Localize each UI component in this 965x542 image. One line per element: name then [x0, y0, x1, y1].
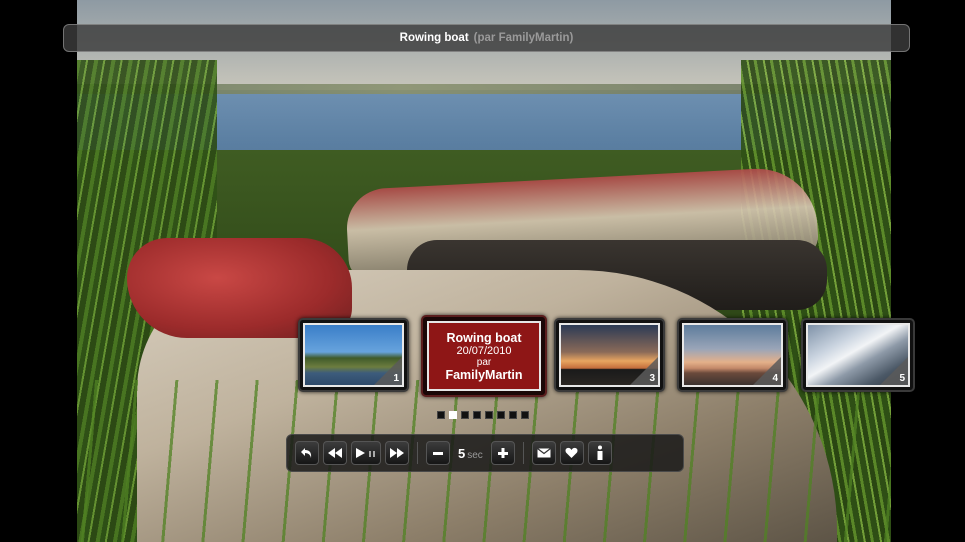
page-dot[interactable]: [473, 411, 481, 419]
back-icon: [300, 447, 314, 459]
rewind-icon: [328, 448, 342, 458]
thumbnail-info-card: Rowing boat 20/07/2010 par FamilyMartin: [427, 321, 541, 391]
rewind-button[interactable]: [323, 441, 347, 465]
control-separator: [522, 442, 524, 464]
thumbnail-title: Rowing boat: [446, 330, 522, 345]
thumbnail-author: FamilyMartin: [445, 367, 523, 382]
thumbnail-image: 5: [806, 323, 910, 387]
thumbnail-5[interactable]: 5: [801, 318, 915, 392]
thumbnail-date: 20/07/2010: [456, 344, 512, 357]
photo-credit: (par FamilyMartin): [473, 32, 574, 44]
photo-title: Rowing boat: [399, 32, 469, 44]
title-bar: Rowing boat (par FamilyMartin): [63, 24, 910, 52]
thumbnail-number: 1: [393, 373, 399, 384]
thumbnail-2-active[interactable]: Rowing boat 20/07/2010 par FamilyMartin: [421, 315, 547, 397]
play-pause-icon: [356, 448, 376, 458]
fast-forward-button[interactable]: [385, 441, 409, 465]
pagination-dots: [437, 411, 529, 419]
interval-value: 5: [458, 445, 466, 461]
minus-icon: [432, 447, 444, 459]
page-dot[interactable]: [437, 411, 445, 419]
thumbnail-number: 4: [772, 373, 778, 384]
control-separator: [417, 442, 418, 464]
back-button[interactable]: [295, 441, 319, 465]
thumbnail-1[interactable]: 1: [298, 318, 409, 392]
page-dot[interactable]: [509, 411, 517, 419]
heart-icon: [565, 447, 578, 459]
page-dot[interactable]: [521, 411, 529, 419]
info-button[interactable]: [587, 441, 612, 465]
thumbnail-4[interactable]: 4: [677, 318, 788, 392]
email-button[interactable]: [531, 441, 556, 465]
decrease-interval-button[interactable]: [426, 441, 450, 465]
thumbnail-image: 3: [559, 323, 660, 387]
envelope-icon: [536, 448, 551, 458]
page-dot[interactable]: [449, 411, 457, 419]
play-pause-button[interactable]: [351, 441, 381, 465]
thumbnail-number: 5: [899, 373, 905, 384]
thumbnail-image: 4: [682, 323, 783, 387]
info-icon: [596, 445, 604, 461]
thumbnail-image: 1: [303, 323, 404, 387]
slideshow-controls: 5 sec: [286, 434, 684, 472]
increase-interval-button[interactable]: [490, 441, 515, 465]
plus-icon: [497, 447, 509, 459]
thumbnail-by-label: par: [476, 356, 492, 368]
favorite-button[interactable]: [559, 441, 584, 465]
interval-unit: sec: [467, 449, 483, 461]
thumbnail-3[interactable]: 3: [554, 318, 665, 392]
page-dot[interactable]: [461, 411, 469, 419]
page-dot[interactable]: [485, 411, 493, 419]
interval-display: 5 sec: [454, 446, 487, 461]
page-dot[interactable]: [497, 411, 505, 419]
thumbnail-number: 3: [649, 373, 655, 384]
fast-forward-icon: [390, 448, 404, 458]
